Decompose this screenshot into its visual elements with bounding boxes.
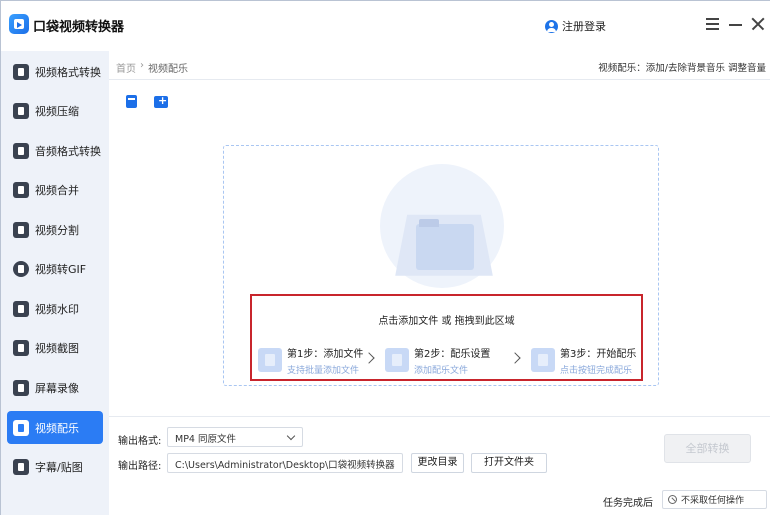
sidebar-item-label: 字幕/贴图 [35,460,83,474]
change-dir-button[interactable]: 更改目录 [411,453,464,473]
sidebar-item-video-music[interactable]: 视频配乐 [7,411,103,444]
breadcrumb-home[interactable]: 首页 [116,60,136,75]
divider [109,416,770,417]
sidebar-item-label: 视频转GIF [35,262,87,276]
sidebar-item-label: 屏幕录像 [35,381,79,395]
start-step-icon [531,348,555,372]
output-format-value: MP4 同原文件 [175,434,236,445]
after-task-select[interactable]: 不采取任何操作 [662,490,767,509]
output-path-field[interactable]: C:\Users\Administrator\Desktop\口袋视频转换器 [167,453,403,473]
open-folder-button[interactable]: 打开文件夹 [471,453,547,473]
add-file-icon[interactable] [125,95,139,108]
watermark-icon [13,300,29,317]
folder-icon [416,219,474,270]
video-music-icon [13,419,29,436]
step-desc: 支持批量添加文件 [287,365,360,376]
sidebar-item-subtitle-sticker[interactable]: 字幕/贴图 [7,450,103,483]
screen-record-icon [13,379,29,396]
screenshot-icon [13,339,29,356]
divider [109,79,770,80]
menu-icon[interactable] [705,16,721,32]
breadcrumb-separator: › [140,60,144,71]
after-task-label: 任务完成后 [603,498,653,509]
chevron-right-icon [365,352,375,366]
sidebar-item-video-watermark[interactable]: 视频水印 [7,292,103,325]
sidebar-item-label: 视频分割 [35,223,79,237]
add-folder-icon[interactable] [154,94,168,108]
sidebar-item-label: 视频压缩 [35,104,79,118]
sidebar-item-video-screenshot[interactable]: 视频截图 [7,331,103,364]
step-2: 第2步：配乐设置 添加配乐文件 [385,345,491,376]
breadcrumb-current: 视频配乐 [148,64,188,75]
sidebar-item-video-gif[interactable]: 视频转GIF [7,252,103,285]
minimize-icon[interactable] [728,16,744,32]
breadcrumb: 首页 › 视频配乐 [116,60,188,75]
sidebar-item-screen-record[interactable]: 屏幕录像 [7,371,103,404]
sidebar-item-video-format[interactable]: 视频格式转换 [7,55,103,88]
drop-hint: 点击添加文件 或 拖拽到此区域 [378,316,515,327]
feature-tip: 视频配乐：添加/去除背景音乐 调整音量 [598,63,766,74]
video-convert-icon [13,63,29,80]
output-format-label: 输出格式: [118,436,162,447]
step-3: 第3步：开始配乐 点击按钮完成配乐 [531,345,637,376]
audio-convert-icon [13,142,29,159]
compress-icon [13,102,29,119]
sidebar-item-video-merge[interactable]: 视频合并 [7,173,103,206]
convert-all-button[interactable]: 全部转换 [664,434,751,463]
ban-icon [668,495,677,504]
sidebar-item-label: 音频格式转换 [35,144,101,158]
sidebar-item-video-compress[interactable]: 视频压缩 [7,94,103,127]
app-window: 口袋视频转换器 注册登录 视频格式转换 视频压缩 音频格式转换 视频合并 视频分… [0,0,770,515]
sidebar-item-label: 视频水印 [35,302,79,316]
main-panel: 首页 › 视频配乐 视频配乐：添加/去除背景音乐 调整音量 点击添加文件 或 拖… [109,51,770,515]
gif-icon [13,260,29,277]
music-settings-step-icon [385,348,409,372]
sidebar-item-label: 视频格式转换 [35,65,101,79]
step-1: 第1步：添加文件 支持批量添加文件 [258,345,364,376]
output-path-label: 输出路径: [118,461,162,472]
sidebar-item-audio-format[interactable]: 音频格式转换 [7,134,103,167]
merge-icon [13,181,29,198]
steps-guide[interactable]: 点击添加文件 或 拖拽到此区域 第1步：添加文件 支持批量添加文件 第2步：配乐… [250,294,643,381]
login-label: 注册登录 [562,20,606,33]
step-desc: 点击按钮完成配乐 [560,365,633,376]
login-button[interactable]: 注册登录 [545,18,606,34]
after-task-value: 不采取任何操作 [681,496,745,506]
step-title: 第3步：开始配乐 [560,348,637,360]
step-title: 第2步：配乐设置 [414,348,491,360]
output-format-select[interactable]: MP4 同原文件 [167,427,303,447]
add-file-step-icon [258,348,282,372]
split-icon [13,221,29,238]
app-logo-icon [9,14,29,34]
subtitle-icon [13,458,29,475]
chevron-down-icon [286,431,296,441]
sidebar-item-label: 视频截图 [35,341,79,355]
sidebar-item-label: 视频合并 [35,183,79,197]
title-bar: 口袋视频转换器 注册登录 [1,1,770,51]
sidebar: 视频格式转换 视频压缩 音频格式转换 视频合并 视频分割 视频转GIF 视频水印 [1,51,109,515]
app-title: 口袋视频转换器 [33,20,125,35]
step-title: 第1步：添加文件 [287,348,364,360]
user-icon [545,19,558,33]
sidebar-item-video-split[interactable]: 视频分割 [7,213,103,246]
chevron-right-icon [511,352,521,366]
close-icon[interactable] [750,16,766,32]
sidebar-item-label: 视频配乐 [35,421,79,435]
step-desc: 添加配乐文件 [414,365,469,376]
